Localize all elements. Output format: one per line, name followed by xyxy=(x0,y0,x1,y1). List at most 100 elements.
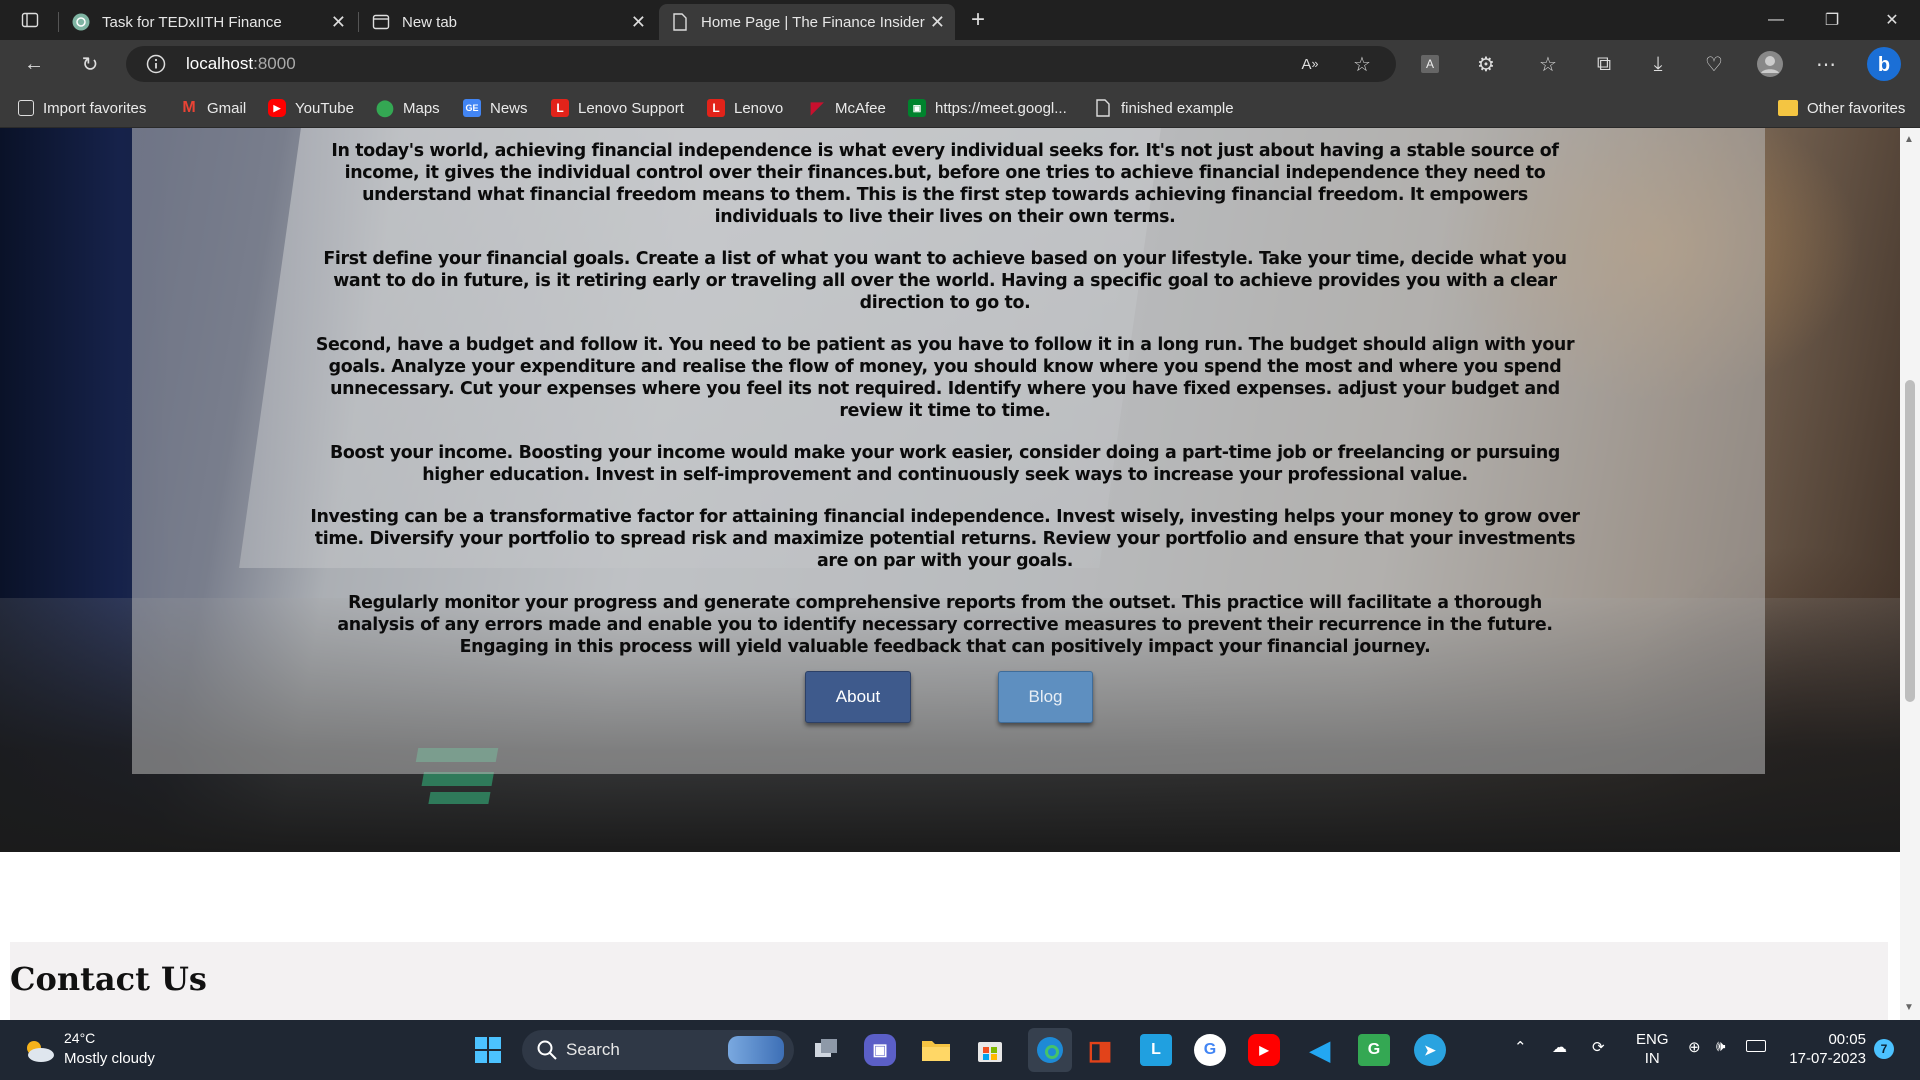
collections-icon[interactable]: ⧉ xyxy=(1590,50,1618,78)
microsoft-store-icon[interactable] xyxy=(974,1034,1006,1066)
weather-cloud-icon[interactable] xyxy=(22,1036,56,1064)
search-placeholder: Search xyxy=(566,1040,620,1059)
svg-text:b: b xyxy=(1878,54,1890,76)
more-options-icon[interactable]: ⋯ xyxy=(1812,50,1840,78)
bookmark-label: Lenovo xyxy=(734,99,784,117)
bookmark-mcafee[interactable]: ◤ McAfee xyxy=(808,97,886,119)
downloads-icon[interactable]: ⤓ xyxy=(1644,50,1672,78)
import-icon xyxy=(18,100,34,116)
close-window-icon[interactable]: ✕ xyxy=(1864,0,1920,40)
youtube-icon: ▶ xyxy=(268,99,286,117)
gmail-icon: M xyxy=(182,99,196,116)
onedrive-icon[interactable]: ☁ xyxy=(1552,1038,1567,1056)
favorites-icon[interactable]: ☆ xyxy=(1534,50,1562,78)
article-paragraph: In today's world, achieving financial in… xyxy=(331,141,1559,227)
restore-icon[interactable]: ❐ xyxy=(1804,0,1860,40)
clock[interactable]: 00:05 17-07-2023 xyxy=(1786,1030,1866,1068)
about-button[interactable]: About xyxy=(805,671,911,723)
browser-essentials-icon[interactable]: ♡ xyxy=(1700,50,1728,78)
tab-new[interactable]: New tab ✕ xyxy=(360,4,656,40)
bookmark-maps[interactable]: ⬤ Maps xyxy=(376,97,440,119)
profile-avatar-icon[interactable] xyxy=(1756,50,1784,78)
article-paragraph: Investing can be a transformative factor… xyxy=(310,507,1580,571)
read-aloud-icon[interactable]: A» xyxy=(1296,50,1324,78)
favorite-star-icon[interactable]: ☆ xyxy=(1348,50,1376,78)
blog-button[interactable]: Blog xyxy=(998,671,1093,723)
vscode-icon[interactable]: ◀ xyxy=(1304,1034,1336,1066)
bookmark-gmail[interactable]: M Gmail xyxy=(180,97,246,119)
bookmark-lenovo-support[interactable]: L Lenovo Support xyxy=(551,97,684,119)
tab-actions-icon[interactable] xyxy=(16,6,44,34)
sync-icon[interactable]: ⟳ xyxy=(1592,1038,1605,1056)
bookmark-meet[interactable]: ▣ https://meet.googl... xyxy=(908,97,1067,119)
folder-icon xyxy=(1778,100,1798,116)
tab-title: New tab xyxy=(402,13,458,31)
volume-icon[interactable]: 🕪 xyxy=(1716,1038,1725,1055)
article-paragraph: Boost your income. Boosting your income … xyxy=(329,443,1561,485)
tab-separator xyxy=(358,12,359,32)
close-tab-icon[interactable]: ✕ xyxy=(930,13,945,31)
lenovo-icon: L xyxy=(707,99,725,117)
scrollbar-thumb[interactable] xyxy=(1905,380,1915,702)
tab-title: Home Page | The Finance Insider xyxy=(701,13,925,31)
page-icon xyxy=(1094,99,1112,117)
bookmark-finished-example[interactable]: finished example xyxy=(1094,97,1234,119)
windows-start-icon[interactable] xyxy=(472,1034,504,1066)
address-bar[interactable]: localhost:8000 A» ☆ xyxy=(126,46,1396,82)
close-tab-icon[interactable]: ✕ xyxy=(331,13,346,31)
windows-taskbar: 24°C Mostly cloudy Search ▣ ◨ L G ▶ ◀ G … xyxy=(0,1020,1920,1080)
maps-icon: ⬤ xyxy=(376,100,394,117)
notification-badge[interactable]: 7 xyxy=(1874,1039,1894,1059)
language-indicator[interactable]: ENG IN xyxy=(1636,1030,1669,1068)
language-code: ENG xyxy=(1636,1031,1669,1048)
lenovo-icon: L xyxy=(551,99,569,117)
scroll-down-arrow-icon[interactable]: ▼ xyxy=(1904,1002,1914,1013)
article-paragraph: First define your financial goals. Creat… xyxy=(323,249,1567,313)
close-tab-icon[interactable]: ✕ xyxy=(631,13,646,31)
favorites-bar: Import favorites M Gmail ▶ YouTube ⬤ Map… xyxy=(0,88,1920,128)
url-text[interactable]: localhost:8000 xyxy=(186,54,296,74)
bookmark-news[interactable]: GE News xyxy=(463,97,528,119)
teams-chat-icon[interactable]: ▣ xyxy=(864,1034,896,1066)
network-icon[interactable]: ⊕ xyxy=(1688,1038,1701,1056)
show-hidden-icons-chevron[interactable]: ⌃ xyxy=(1514,1038,1527,1056)
refresh-icon[interactable]: ↻ xyxy=(76,50,104,78)
bookmark-youtube[interactable]: ▶ YouTube xyxy=(268,97,354,119)
lenovo-vantage-icon[interactable]: L xyxy=(1140,1034,1172,1066)
other-favorites[interactable]: Other favorites xyxy=(1778,97,1905,119)
url-host: localhost xyxy=(186,54,254,73)
extensions-icon[interactable]: ⚙ xyxy=(1472,50,1500,78)
weather-description[interactable]: Mostly cloudy xyxy=(64,1050,155,1067)
telegram-icon[interactable]: ➤ xyxy=(1414,1034,1446,1066)
news-icon: GE xyxy=(463,99,481,117)
bookmark-label: https://meet.googl... xyxy=(935,99,1067,117)
bookmark-lenovo[interactable]: L Lenovo xyxy=(707,97,783,119)
office-icon[interactable]: ◨ xyxy=(1084,1034,1116,1066)
bookmark-label: finished example xyxy=(1121,99,1234,117)
minimize-icon[interactable]: — xyxy=(1748,0,1804,40)
battery-icon[interactable] xyxy=(1746,1040,1766,1052)
file-explorer-icon[interactable] xyxy=(920,1034,952,1066)
task-view-icon[interactable] xyxy=(810,1034,842,1066)
google-icon[interactable]: G xyxy=(1194,1034,1226,1066)
taskbar-search-box[interactable]: Search xyxy=(522,1030,794,1070)
tab-title: Task for TEDxIITH Finance xyxy=(102,13,282,31)
bing-copilot-icon[interactable]: b xyxy=(1866,46,1902,82)
edge-browser-icon[interactable] xyxy=(1028,1028,1072,1072)
youtube-app-icon[interactable]: ▶ xyxy=(1248,1034,1280,1066)
clock-time: 00:05 xyxy=(1828,1031,1866,1048)
google-drive-icon[interactable]: G xyxy=(1358,1034,1390,1066)
translate-icon[interactable]: A xyxy=(1416,50,1444,78)
tab-tedx[interactable]: Task for TEDxIITH Finance ✕ xyxy=(60,4,356,40)
meet-icon: ▣ xyxy=(908,99,926,117)
tab-home-page[interactable]: Home Page | The Finance Insider ✕ xyxy=(659,4,955,40)
page-scrollbar[interactable]: ▲ ▼ xyxy=(1900,128,1920,1020)
chatgpt-icon xyxy=(72,13,90,31)
scroll-up-arrow-icon[interactable]: ▲ xyxy=(1904,134,1914,145)
weather-temperature[interactable]: 24°C xyxy=(64,1030,95,1046)
tab-bar: Task for TEDxIITH Finance ✕ New tab ✕ Ho… xyxy=(0,0,1920,40)
bookmark-import-favorites[interactable]: Import favorites xyxy=(18,97,146,119)
back-icon[interactable]: ← xyxy=(20,50,48,78)
new-tab-plus-icon[interactable]: + xyxy=(964,6,992,34)
site-info-icon[interactable] xyxy=(146,54,166,74)
